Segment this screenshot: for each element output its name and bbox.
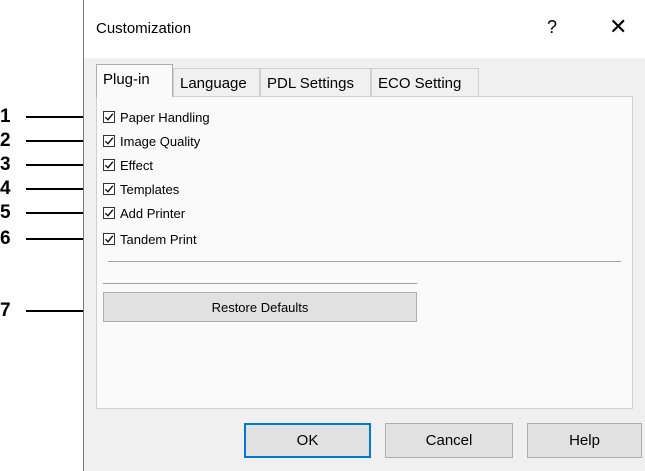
callout-number: 5 [0,202,11,223]
checkbox-checked-icon[interactable] [103,159,115,171]
checkbox-add-printer[interactable]: Add Printer [103,205,185,221]
separator [108,261,621,262]
tab-label: Language [180,75,247,92]
callout-number: 7 [0,300,11,321]
cancel-button[interactable]: Cancel [385,423,513,458]
checkbox-label: Add Printer [120,205,186,221]
close-icon[interactable]: ✕ [609,14,627,40]
checkbox-paper-handling[interactable]: Paper Handling [103,109,210,125]
callout-number: 1 [0,106,11,127]
dialog-title: Customization [96,20,192,37]
customization-dialog: Customization ? ✕ Plug-in Language PDL S… [83,0,645,471]
help-button[interactable]: Help [527,423,642,458]
checkbox-checked-icon[interactable] [103,183,115,195]
checkbox-image-quality[interactable]: Image Quality [103,133,200,149]
callout-number: 6 [0,228,11,249]
checkbox-label: Tandem Print [120,231,197,247]
checkbox-effect[interactable]: Effect [103,157,153,173]
checkbox-checked-icon[interactable] [103,111,115,123]
checkbox-templates[interactable]: Templates [103,181,179,197]
tab-language[interactable]: Language [173,68,260,96]
callout-number: 4 [0,178,11,199]
tab-plug-in[interactable]: Plug-in [96,64,173,97]
checkbox-checked-icon[interactable] [103,207,115,219]
tab-label: Plug-in [103,71,150,88]
checkbox-checked-icon[interactable] [103,233,115,245]
ok-button[interactable]: OK [244,423,371,458]
checkbox-label: Image Quality [120,133,201,149]
checkbox-checked-icon[interactable] [103,135,115,147]
title-bar: Customization ? ✕ [84,0,645,58]
checkbox-label: Templates [120,181,180,197]
tab-pdl-settings[interactable]: PDL Settings [260,68,371,96]
checkbox-label: Paper Handling [120,109,210,125]
tab-label: ECO Setting [378,75,462,92]
checkbox-label: Effect [120,157,154,173]
checkbox-tandem-print[interactable]: Tandem Print [103,231,197,247]
tab-eco-setting[interactable]: ECO Setting [371,68,479,96]
tab-label: PDL Settings [267,75,354,92]
callout-number: 3 [0,154,11,175]
help-icon[interactable]: ? [547,17,557,38]
plug-in-panel: Paper Handling Image Quality Effect Temp… [96,96,633,409]
restore-defaults-button[interactable]: Restore Defaults [103,292,417,322]
separator [103,283,417,284]
callout-number: 2 [0,130,11,151]
